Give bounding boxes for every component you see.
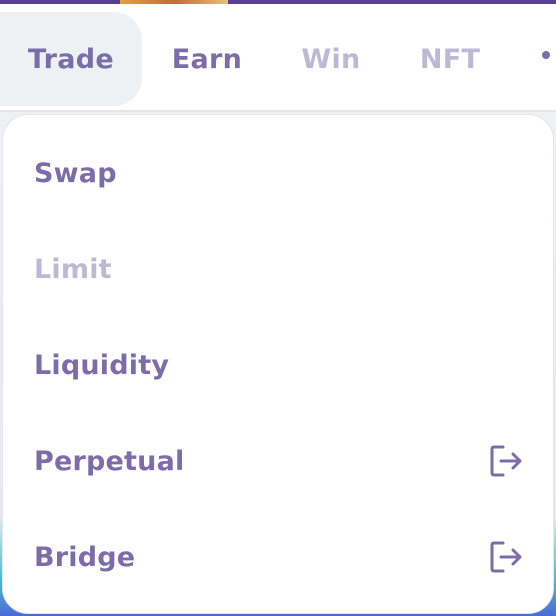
- nav-tab-trade[interactable]: Trade: [0, 12, 142, 106]
- external-link-icon: [490, 541, 522, 573]
- top-nav: Trade Earn Win NFT: [0, 4, 556, 112]
- menu-item-label: Perpetual: [34, 445, 185, 477]
- menu-item-perpetual[interactable]: Perpetual: [3, 413, 553, 509]
- menu-item-label: Bridge: [34, 541, 136, 573]
- nav-tab-nft[interactable]: NFT: [408, 12, 492, 106]
- more-dots-icon[interactable]: [542, 51, 550, 59]
- nav-tab-win[interactable]: Win: [288, 12, 374, 106]
- menu-item-label: Liquidity: [34, 349, 170, 381]
- menu-item-label: Swap: [34, 157, 117, 189]
- menu-item-bridge[interactable]: Bridge: [3, 509, 553, 605]
- menu-item-label: Limit: [34, 253, 112, 285]
- nav-tab-earn[interactable]: Earn: [160, 12, 254, 106]
- menu-item-limit[interactable]: Limit: [3, 221, 553, 317]
- menu-item-swap[interactable]: Swap: [3, 125, 553, 221]
- menu-item-liquidity[interactable]: Liquidity: [3, 317, 553, 413]
- external-link-icon: [490, 445, 522, 477]
- trade-dropdown-menu: Swap Limit Liquidity Perpetual Bridge: [2, 114, 554, 614]
